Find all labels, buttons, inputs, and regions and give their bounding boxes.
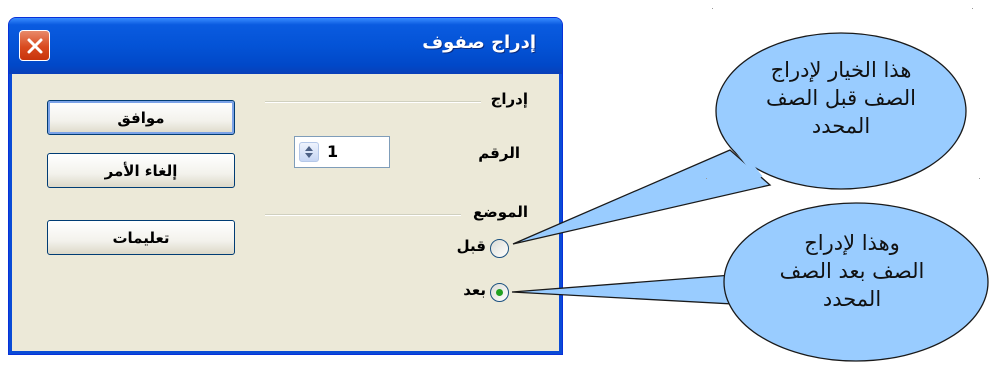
callout-before-text: هذا الخيار لإدراج الصف قبل الصف المحدد bbox=[736, 56, 946, 140]
callout-after-line-2: الصف بعد الصف bbox=[779, 259, 925, 283]
callout-after-tail bbox=[511, 274, 754, 306]
callout-after-line-1: وهذا لإدراج bbox=[804, 231, 900, 255]
stray-mark bbox=[979, 178, 980, 179]
stray-mark bbox=[712, 8, 713, 9]
callout-after-text: وهذا لإدراج الصف بعد الصف المحدد bbox=[742, 229, 962, 313]
callout-before-line-1: هذا الخيار لإدراج bbox=[770, 58, 912, 82]
stray-mark bbox=[972, 8, 973, 9]
callout-before-tail bbox=[512, 149, 772, 245]
callout-before-line-2: الصف قبل الصف bbox=[766, 86, 916, 110]
callout-after-line-3: المحدد bbox=[822, 287, 882, 311]
callout-before-line-3: المحدد bbox=[811, 114, 871, 138]
stray-mark bbox=[706, 178, 707, 179]
